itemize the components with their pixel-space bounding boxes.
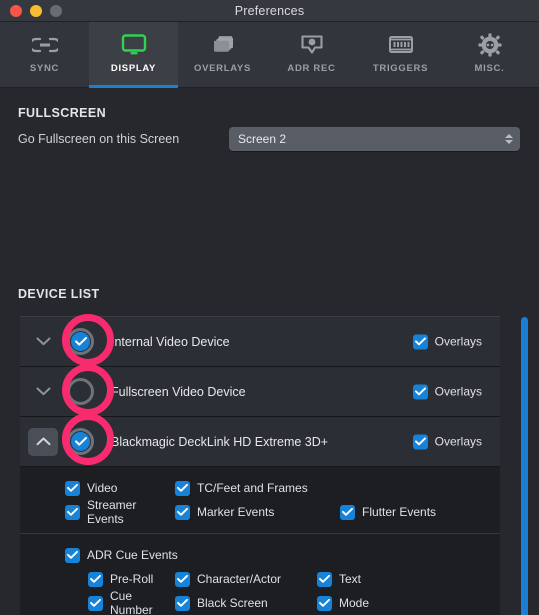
text-label: Text [339,572,362,586]
tc-feet-frames-checkbox[interactable] [175,480,190,496]
streamer-events-label: Streamer Events [87,498,137,526]
title-bar: Preferences [0,0,539,22]
fullscreen-row: Go Fullscreen on this Screen Screen 2 [18,127,520,151]
tab-triggers[interactable]: TRIGGERS [356,22,445,88]
screen-select-value: Screen 2 [238,132,287,146]
overlays-checkbox[interactable] [412,384,428,399]
overlays-toggle-group: Overlays [412,384,482,399]
character-actor-option[interactable]: Character/Actor [175,571,282,587]
pre-roll-checkbox[interactable] [88,571,103,587]
sync-icon [31,30,58,60]
video-option[interactable]: Video [65,480,118,496]
device-name: Blackmagic DeckLink HD Extreme 3D+ [111,434,329,449]
tab-adr-rec[interactable]: ADR REC [267,22,356,88]
scrollbar-thumb[interactable] [521,317,528,615]
character-actor-checkbox[interactable] [175,571,190,587]
text-checkbox[interactable] [317,571,332,587]
device-options-panel: Video Streamer Events TC/Feet and Frames… [20,467,500,615]
overlays-label: Overlays [434,334,482,349]
fullscreen-section-title: FULLSCREEN [18,106,107,120]
midi-icon [388,30,414,60]
device-list-section-title: DEVICE LIST [18,287,100,301]
tab-display-label: DISPLAY [110,63,157,74]
tc-feet-frames-label: TC/Feet and Frames [197,481,308,495]
flutter-events-checkbox[interactable] [340,504,355,520]
mode-checkbox[interactable] [317,595,332,611]
traffic-lights [0,4,62,17]
chevron-down-icon[interactable] [28,378,58,406]
check-icon [71,332,90,351]
event-options-group: Video Streamer Events TC/Feet and Frames… [20,467,500,533]
adr-cue-events-label: ADR Cue Events [87,548,178,562]
tc-feet-frames-option[interactable]: TC/Feet and Frames [175,480,308,496]
tab-triggers-label: TRIGGERS [372,63,429,74]
black-screen-option[interactable]: Black Screen [175,595,268,611]
chevron-down-icon[interactable] [28,328,58,356]
device-name: Fullscreen Video Device [111,384,246,399]
preferences-window: Preferences SYNC DISPLAY OVERLAYS ADR RE… [0,0,539,615]
adr-cue-events-option[interactable]: ADR Cue Events [65,547,178,563]
fullscreen-label: Go Fullscreen on this Screen [18,132,180,146]
video-checkbox[interactable] [65,480,80,496]
device-enable-toggle[interactable] [67,328,94,355]
pre-roll-option[interactable]: Pre-Roll [88,571,154,587]
streamer-events-checkbox[interactable] [65,504,80,520]
overlays-toggle-group: Overlays [412,434,482,449]
marker-events-option[interactable]: Marker Events [175,504,275,520]
tab-sync[interactable]: SYNC [0,22,89,88]
adr-rec-icon [300,30,324,60]
check-icon [71,432,90,451]
display-icon [121,30,147,60]
chevron-up-icon[interactable] [28,427,58,456]
overlays-label: Overlays [434,434,482,449]
preferences-toolbar: SYNC DISPLAY OVERLAYS ADR REC TRIGGERS M… [0,22,539,88]
adr-cue-events-checkbox[interactable] [65,547,80,563]
cue-number-checkbox[interactable] [88,595,103,611]
pre-roll-label: Pre-Roll [110,572,154,586]
mode-option[interactable]: Mode [317,595,370,611]
device-name: Internal Video Device [111,334,230,349]
cue-number-label: Cue Number [110,589,153,615]
device-enable-toggle[interactable] [67,378,94,405]
tab-adr-rec-label: ADR REC [287,63,336,74]
black-screen-checkbox[interactable] [175,595,190,611]
tab-overlays[interactable]: OVERLAYS [178,22,267,88]
flutter-events-option[interactable]: Flutter Events [340,504,437,520]
overlays-icon [210,30,236,60]
tab-sync-label: SYNC [29,63,60,74]
text-option[interactable]: Text [317,571,362,587]
cue-number-option[interactable]: Cue Number [88,589,175,615]
device-row-fullscreen-video[interactable]: Fullscreen Video Device Overlays [20,367,500,417]
device-list-scrollbar[interactable] [521,317,528,615]
overlays-toggle-group: Overlays [412,334,482,349]
tab-overlays-label: OVERLAYS [194,63,251,74]
overlays-checkbox[interactable] [412,434,428,449]
marker-events-label: Marker Events [197,505,275,519]
character-actor-label: Character/Actor [197,572,282,586]
adr-cue-group: ADR Cue Events Pre-Roll Cue Number Chara… [20,533,500,615]
zoom-button-disabled [50,4,62,17]
marker-events-checkbox[interactable] [175,504,190,520]
tab-misc-label: MISC. [474,63,505,74]
gear-icon [477,30,502,60]
mode-label: Mode [339,596,370,610]
overlays-checkbox[interactable] [412,334,428,349]
chevron-up-down-icon [505,134,513,144]
tab-misc[interactable]: MISC. [445,22,534,88]
minimize-button[interactable] [30,4,42,17]
close-button[interactable] [10,4,22,17]
device-row-internal-video[interactable]: Internal Video Device Overlays [20,317,500,367]
device-enable-toggle[interactable] [67,428,94,455]
streamer-events-option[interactable]: Streamer Events [65,498,175,526]
tab-display[interactable]: DISPLAY [89,22,178,88]
overlays-label: Overlays [434,384,482,399]
preferences-content: FULLSCREEN Go Fullscreen on this Screen … [0,88,539,615]
device-list: Internal Video Device Overlays Fullscree… [20,316,500,615]
black-screen-label: Black Screen [197,596,268,610]
video-label: Video [87,481,118,495]
window-title: Preferences [234,3,305,18]
device-row-blackmagic-decklink[interactable]: Blackmagic DeckLink HD Extreme 3D+ Overl… [20,417,500,467]
screen-select[interactable]: Screen 2 [229,127,520,151]
flutter-events-label: Flutter Events [362,505,437,519]
